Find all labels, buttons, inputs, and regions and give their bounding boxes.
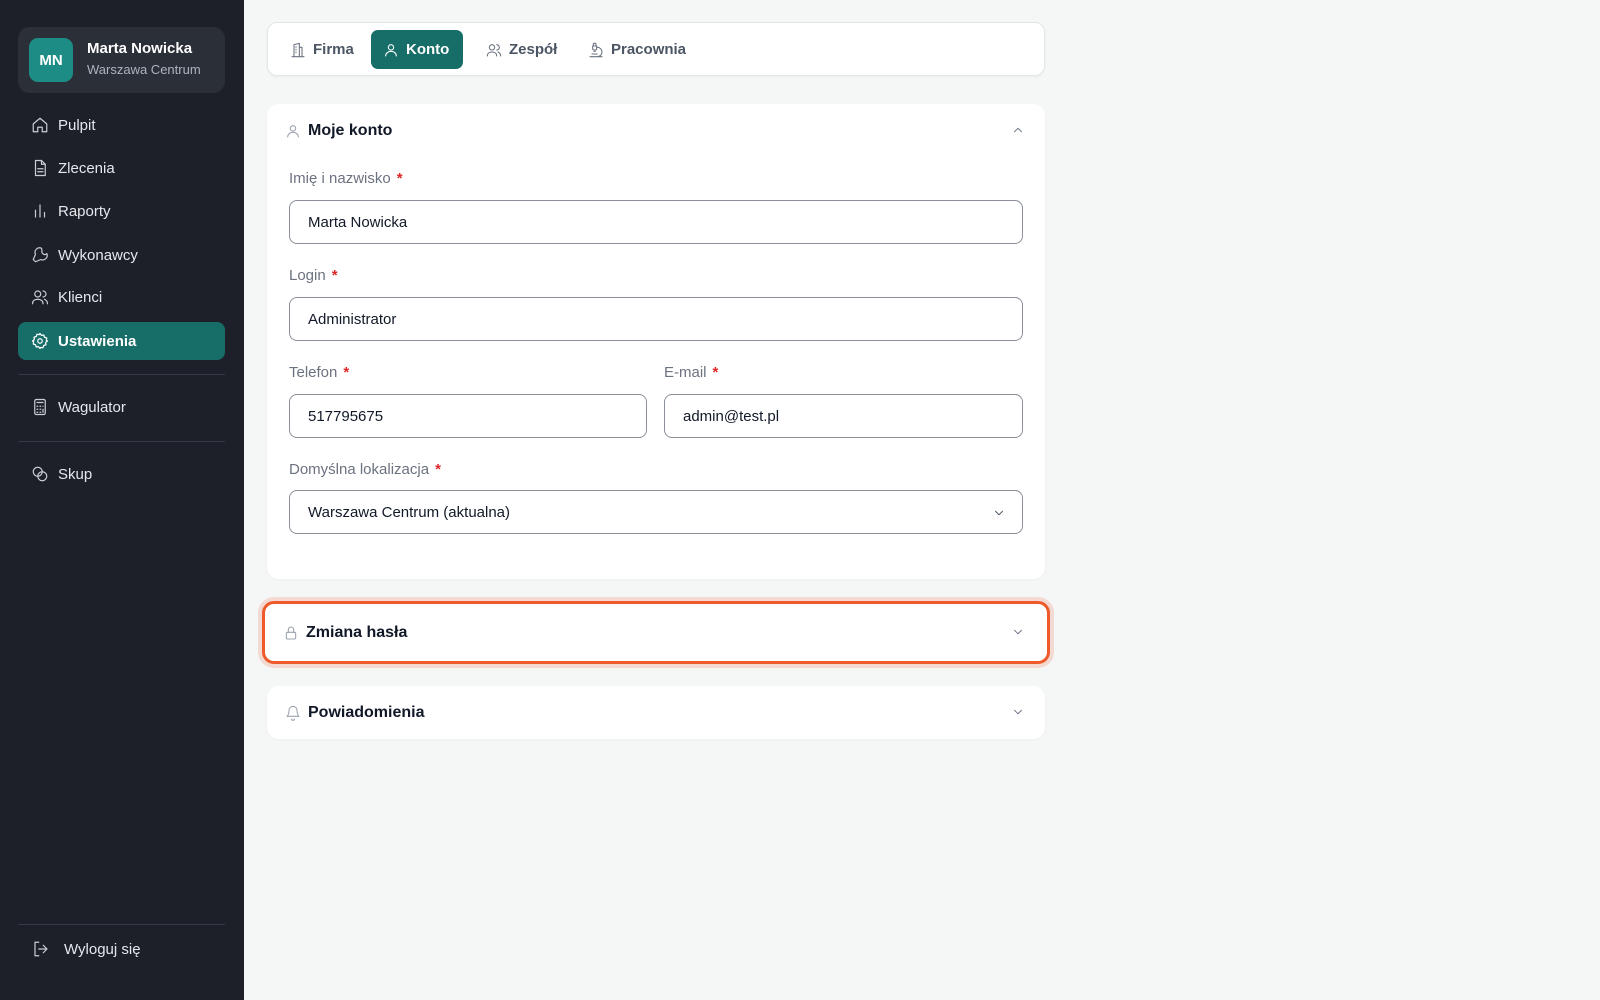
building-icon (291, 42, 305, 57)
sidebar-item-zlecenia[interactable]: Zlecenia (18, 149, 225, 187)
tab-label: Konto (406, 41, 450, 58)
lock-icon (283, 625, 299, 641)
sidebar-item-label: Wykonawcy (58, 246, 138, 264)
coins-icon (31, 465, 49, 483)
bar-chart-icon (31, 202, 49, 220)
users-icon (31, 288, 49, 306)
section-title: Zmiana hasła (306, 623, 408, 641)
sidebar-item-label: Zlecenia (58, 159, 115, 177)
document-icon (31, 159, 49, 177)
tab-zespol[interactable]: Zespół (474, 30, 571, 69)
gear-icon (31, 332, 49, 350)
tab-label: Zespół (509, 41, 558, 58)
section-title: Powiadomienia (308, 704, 425, 721)
logout-button[interactable]: Wyloguj się (18, 930, 225, 968)
account-section-header[interactable]: Moje konto (267, 104, 1045, 158)
microscope-icon (589, 42, 603, 57)
location-label: Domyślna lokalizacja * (289, 461, 441, 478)
sidebar-item-wagulator[interactable]: Wagulator (18, 388, 225, 426)
user-icon (285, 123, 301, 139)
tab-label: Firma (313, 41, 354, 58)
account-section: Moje konto Imię i nazwisko* Login* Telef… (267, 104, 1045, 579)
logout-icon (32, 940, 50, 958)
home-icon (31, 116, 49, 134)
sidebar-divider (18, 924, 225, 925)
sidebar-item-wykonawcy[interactable]: Wykonawcy (18, 236, 225, 274)
sidebar-item-label: Skup (58, 465, 93, 483)
chevron-up-icon (1011, 123, 1025, 137)
user-location: Warszawa Centrum (87, 62, 201, 77)
notifications-section[interactable]: Powiadomienia (267, 686, 1045, 739)
location-select[interactable]: Warszawa Centrum (aktualna) (289, 490, 1023, 534)
notifications-section-header[interactable]: Powiadomienia (267, 686, 1045, 740)
chevron-down-icon (1011, 705, 1025, 719)
required-marker: * (712, 364, 719, 381)
sidebar-divider (18, 441, 225, 442)
tab-konto[interactable]: Konto (371, 30, 464, 69)
required-marker: * (331, 267, 338, 284)
password-section-header[interactable]: Zmiana hasła (265, 604, 1047, 661)
bell-icon (285, 705, 301, 721)
required-marker: * (396, 170, 403, 187)
phone-field[interactable] (289, 394, 647, 438)
logout-label: Wyloguj się (64, 940, 141, 958)
tab-label: Pracownia (611, 41, 687, 58)
wrench-icon (31, 246, 49, 264)
login-label: Login * (289, 267, 338, 284)
sidebar-item-label: Pulpit (58, 116, 96, 134)
phone-label: Telefon * (289, 364, 350, 381)
sidebar-item-label: Raporty (58, 202, 111, 220)
sidebar-item-ustawienia[interactable]: Ustawienia (18, 322, 225, 360)
chevron-down-icon (992, 506, 1006, 520)
user-name: Marta Nowicka (87, 40, 193, 57)
required-marker: * (435, 461, 441, 478)
sidebar-item-pulpit[interactable]: Pulpit (18, 106, 225, 144)
email-field[interactable] (664, 394, 1023, 438)
user-card[interactable]: MN Marta Nowicka Warszawa Centrum (18, 27, 225, 93)
login-field[interactable] (289, 297, 1023, 341)
settings-tabs: Firma Konto Zespół Pracownia (267, 22, 1045, 76)
tab-pracownia[interactable]: Pracownia (576, 30, 700, 69)
name-label: Imię i nazwisko * (289, 170, 403, 187)
sidebar-item-skup[interactable]: Skup (18, 455, 225, 493)
sidebar-item-label: Klienci (58, 288, 103, 306)
password-section[interactable]: Zmiana hasła (262, 601, 1050, 664)
email-label: E-mail * (664, 364, 719, 381)
location-select-value: Warszawa Centrum (aktualna) (308, 503, 511, 521)
sidebar-item-label: Ustawienia (58, 332, 137, 350)
calculator-icon (31, 398, 49, 416)
avatar: MN (29, 38, 73, 82)
sidebar-item-raporty[interactable]: Raporty (18, 192, 225, 230)
sidebar: MN Marta Nowicka Warszawa Centrum Pulpit… (0, 0, 244, 1000)
section-title: Moje konto (308, 122, 393, 139)
users-icon (486, 43, 502, 57)
tab-firma[interactable]: Firma (278, 30, 368, 69)
sidebar-item-klienci[interactable]: Klienci (18, 278, 225, 316)
user-icon (385, 43, 397, 57)
chevron-down-icon (1011, 625, 1025, 639)
required-marker: * (343, 364, 350, 381)
name-field[interactable] (289, 200, 1023, 244)
sidebar-divider (18, 374, 225, 375)
sidebar-item-label: Wagulator (58, 398, 126, 416)
